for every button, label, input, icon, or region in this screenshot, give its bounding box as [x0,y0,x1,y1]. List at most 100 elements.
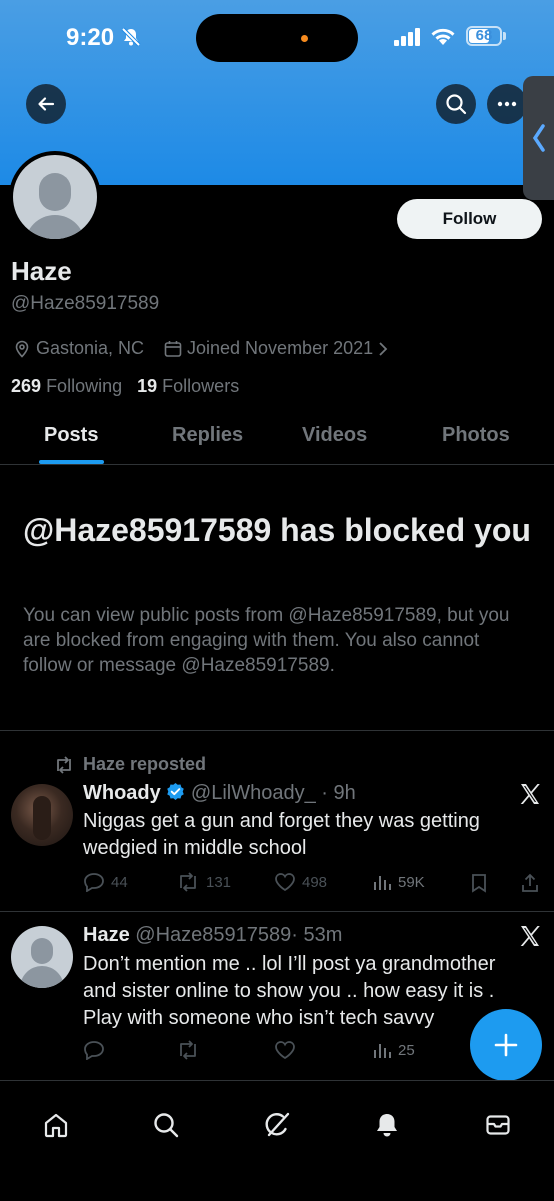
blocked-title: @Haze85917589 has blocked you [23,512,531,548]
views-icon [374,876,391,890]
profile-location: Gastonia, NC [13,338,144,359]
repost-button[interactable] [176,1040,200,1060]
tabs-divider [0,464,554,465]
battery-nub [503,32,506,40]
battery-icon: 68 [466,26,502,46]
tab-posts[interactable]: Posts [44,424,98,447]
chevron-right-icon [379,341,388,356]
default-avatar-icon [13,155,97,239]
cellular-signal-icon [394,28,420,46]
plus-icon [494,1033,518,1057]
post-author-avatar[interactable] [11,784,73,846]
tab-search[interactable] [151,1110,181,1140]
post-author-avatar[interactable] [11,926,73,988]
x-logo-icon[interactable] [518,782,542,806]
more-button[interactable] [487,84,527,124]
share-icon[interactable] [520,873,540,893]
post-author-handle[interactable]: @Haze85917589 [135,924,291,946]
post-divider [0,911,554,912]
search-icon [154,1113,179,1138]
post-text: Don’t mention me .. lol I’ll post ya gra… [83,953,496,1029]
repost-icon [180,1040,196,1060]
repost-count: 131 [206,873,232,891]
bookmark-icon[interactable] [470,873,488,893]
like-count: 498 [302,873,328,891]
following-label: Following [46,376,123,396]
tab-notifications[interactable] [372,1110,402,1140]
silent-mode-icon [121,27,141,47]
like-icon [275,1041,295,1060]
like-icon [275,873,295,892]
repost-icon [57,755,71,774]
tab-grok[interactable] [262,1110,292,1140]
views-button[interactable]: 59K [372,872,425,892]
tab-photos[interactable]: Photos [442,424,510,447]
verified-badge-icon [167,782,185,801]
home-icon [44,1113,68,1138]
post-author-handle[interactable]: @LilWhoady_ [191,782,316,804]
calendar-icon [164,340,182,357]
tab-home[interactable] [41,1110,71,1140]
repost-indicator: Haze reposted [53,754,206,775]
followers-link[interactable]: 19 Followers [137,376,239,396]
repost-icon [180,872,196,892]
views-count: 25 [398,1041,415,1059]
post-author-name[interactable]: Whoady [83,782,161,804]
post-header: Haze @Haze85917589· 53m [83,924,342,947]
more-icon [497,101,517,107]
tab-replies[interactable]: Replies [172,424,243,447]
location-icon [15,340,29,358]
profile-handle: @Haze85917589 [11,293,160,314]
repost-label: Haze reposted [83,754,207,774]
x-logo-icon[interactable] [518,924,542,948]
compose-post-button[interactable] [470,1009,542,1081]
profile-joined[interactable]: Joined November 2021 [164,338,388,359]
search-button[interactable] [436,84,476,124]
side-panel-handle[interactable] [523,76,554,200]
post-header: Whoady @LilWhoady_ · 9h [83,782,356,805]
battery-percentage: 68 [475,27,493,44]
grok-icon [265,1112,290,1137]
tab-messages[interactable] [483,1110,513,1140]
reply-count: 44 [111,873,128,891]
follow-counts: 269 Following 19 Followers [11,376,239,397]
profile-name: Haze [11,256,72,286]
section-divider [0,730,554,731]
status-time: 9:20 [66,24,115,51]
followers-count: 19 [137,376,158,396]
blocked-message: You can view public posts from @Haze8591… [23,605,510,676]
reply-icon [84,1041,104,1060]
dynamic-island [196,14,358,62]
post-time: · 53m [291,924,343,946]
profile-avatar[interactable] [9,151,101,243]
like-button[interactable]: 498 [274,872,327,892]
following-count: 269 [11,376,42,396]
location-text: Gastonia, NC [36,338,145,358]
notifications-icon [377,1114,397,1137]
tab-videos[interactable]: Videos [302,424,367,447]
following-link[interactable]: 269 Following [11,376,122,396]
bottom-tab-bar [0,1080,554,1201]
repost-button[interactable]: 131 [176,872,231,892]
messages-icon [486,1115,510,1135]
reply-button[interactable]: 44 [83,872,128,892]
followers-label: Followers [162,376,240,396]
chevron-left-icon [532,124,545,152]
post-time: · 9h [321,782,356,804]
reply-button[interactable] [83,1040,105,1060]
post-author-name[interactable]: Haze [83,924,130,946]
search-icon [446,94,467,115]
like-button[interactable] [274,1040,296,1060]
status-bar: 9:20 68 [0,0,554,70]
reply-icon [84,873,104,892]
wifi-icon [431,28,455,45]
privacy-indicator-dot [301,35,308,42]
views-button[interactable]: 25 [372,1040,415,1060]
back-arrow-icon [38,97,55,111]
joined-text: Joined November 2021 [187,338,374,358]
views-icon [374,1044,391,1058]
views-count: 59K [398,873,425,891]
post-text: Niggas get a gun and forget they was get… [83,810,480,859]
follow-button[interactable]: Follow [397,199,542,239]
back-button[interactable] [26,84,66,124]
